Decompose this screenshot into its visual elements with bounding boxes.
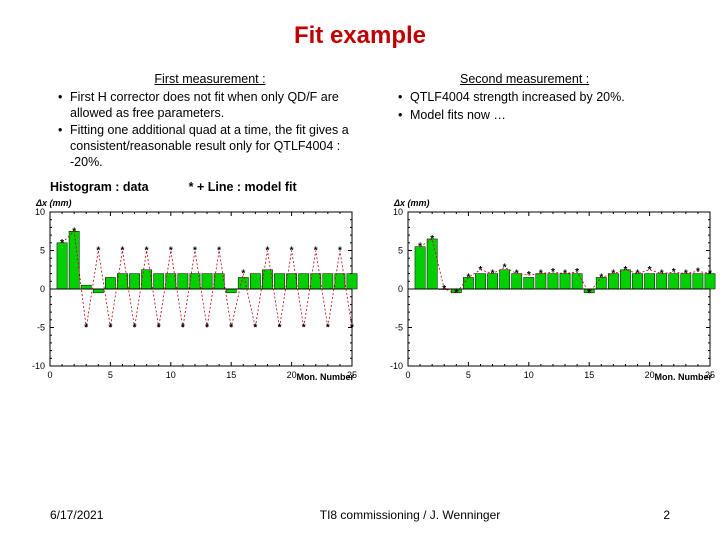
svg-text:*: * bbox=[338, 246, 342, 257]
svg-text:*: * bbox=[290, 246, 294, 257]
svg-text:*: * bbox=[314, 246, 318, 257]
svg-text:10: 10 bbox=[393, 207, 403, 217]
svg-text:*: * bbox=[672, 267, 676, 278]
left-column: First measurement : First H corrector do… bbox=[50, 72, 370, 172]
svg-text:*: * bbox=[133, 323, 137, 334]
right-bullet-1: Model fits now … bbox=[398, 108, 690, 124]
svg-text:0: 0 bbox=[398, 284, 403, 294]
svg-text:5: 5 bbox=[40, 246, 45, 256]
svg-text:*: * bbox=[60, 238, 64, 249]
svg-text:10: 10 bbox=[524, 370, 534, 380]
text-columns: First measurement : First H corrector do… bbox=[0, 72, 720, 172]
svg-text:*: * bbox=[479, 265, 483, 276]
svg-text:*: * bbox=[551, 267, 555, 278]
footer-middle: TI8 commissioning / J. Wenninger bbox=[210, 508, 610, 522]
svg-text:*: * bbox=[623, 265, 627, 276]
footer-date: 6/17/2021 bbox=[50, 508, 210, 522]
svg-text:5: 5 bbox=[108, 370, 113, 380]
svg-text:*: * bbox=[96, 246, 100, 257]
svg-text:15: 15 bbox=[584, 370, 594, 380]
ylabel-right: Δx (mm) bbox=[394, 198, 430, 208]
svg-text:*: * bbox=[660, 269, 664, 280]
svg-text:*: * bbox=[563, 269, 567, 280]
left-heading: First measurement : bbox=[50, 72, 370, 86]
svg-text:10: 10 bbox=[166, 370, 176, 380]
svg-text:*: * bbox=[169, 246, 173, 257]
svg-text:*: * bbox=[611, 269, 615, 280]
svg-text:*: * bbox=[442, 284, 446, 295]
right-bullets: QTLF4004 strength increased by 20%. Mode… bbox=[390, 90, 690, 123]
svg-text:20: 20 bbox=[287, 370, 297, 380]
svg-text:*: * bbox=[72, 226, 76, 237]
page-title: Fit example bbox=[0, 0, 720, 50]
svg-text:-10: -10 bbox=[390, 361, 403, 371]
chart-right: Δx (mm) -10-505100510152025*************… bbox=[370, 200, 718, 390]
svg-text:20: 20 bbox=[645, 370, 655, 380]
right-heading: Second measurement : bbox=[460, 72, 690, 86]
svg-text:*: * bbox=[587, 288, 591, 299]
svg-text:*: * bbox=[696, 266, 700, 277]
svg-text:*: * bbox=[684, 269, 688, 280]
svg-text:*: * bbox=[278, 323, 282, 334]
left-bullets: First H corrector does not fit when only… bbox=[50, 90, 370, 170]
svg-text:*: * bbox=[145, 246, 149, 257]
xlabel-left: Mon. Number bbox=[297, 372, 355, 382]
svg-text:*: * bbox=[193, 246, 197, 257]
svg-text:*: * bbox=[217, 246, 221, 257]
svg-text:*: * bbox=[454, 288, 458, 299]
legend-data: Histogram : data bbox=[50, 180, 149, 194]
left-bullet-0: First H corrector does not fit when only… bbox=[58, 90, 370, 121]
svg-text:*: * bbox=[229, 323, 233, 334]
svg-text:*: * bbox=[491, 269, 495, 280]
svg-text:*: * bbox=[466, 273, 470, 284]
svg-text:*: * bbox=[350, 323, 354, 334]
svg-text:*: * bbox=[418, 242, 422, 253]
chart-left: Δx (mm) -10-505100510152025*************… bbox=[12, 200, 360, 390]
svg-text:*: * bbox=[575, 267, 579, 278]
svg-text:5: 5 bbox=[398, 246, 403, 256]
svg-text:*: * bbox=[503, 263, 507, 274]
svg-text:*: * bbox=[708, 269, 712, 280]
chart-right-svg: -10-505100510152025*********************… bbox=[370, 200, 718, 390]
svg-text:*: * bbox=[515, 269, 519, 280]
svg-text:*: * bbox=[636, 269, 640, 280]
charts-row: Δx (mm) -10-505100510152025*************… bbox=[0, 200, 720, 390]
svg-text:-10: -10 bbox=[32, 361, 45, 371]
svg-text:*: * bbox=[648, 265, 652, 276]
svg-text:*: * bbox=[302, 323, 306, 334]
right-column: Second measurement : QTLF4004 strength i… bbox=[390, 72, 690, 172]
legend: Histogram : data * + Line : model fit bbox=[0, 180, 720, 194]
svg-text:0: 0 bbox=[40, 284, 45, 294]
legend-model: * + Line : model fit bbox=[189, 180, 297, 194]
svg-text:*: * bbox=[599, 273, 603, 284]
svg-text:*: * bbox=[108, 323, 112, 334]
svg-text:*: * bbox=[205, 323, 209, 334]
xlabel-right: Mon. Number bbox=[655, 372, 713, 382]
left-bullet-1: Fitting one additional quad at a time, t… bbox=[58, 123, 370, 170]
svg-text:*: * bbox=[121, 246, 125, 257]
svg-text:0: 0 bbox=[47, 370, 52, 380]
svg-text:15: 15 bbox=[226, 370, 236, 380]
svg-text:0: 0 bbox=[405, 370, 410, 380]
slide-footer: 6/17/2021 TI8 commissioning / J. Wenning… bbox=[0, 508, 720, 522]
ylabel-left: Δx (mm) bbox=[36, 198, 72, 208]
svg-text:-5: -5 bbox=[37, 323, 45, 333]
svg-text:*: * bbox=[84, 323, 88, 334]
right-bullet-0: QTLF4004 strength increased by 20%. bbox=[398, 90, 690, 106]
svg-text:*: * bbox=[265, 246, 269, 257]
svg-text:*: * bbox=[527, 270, 531, 281]
chart-left-svg: -10-505100510152025*********************… bbox=[12, 200, 360, 390]
footer-page: 2 bbox=[610, 508, 670, 522]
svg-text:-5: -5 bbox=[395, 323, 403, 333]
svg-text:10: 10 bbox=[35, 207, 45, 217]
svg-text:*: * bbox=[326, 323, 330, 334]
svg-text:*: * bbox=[181, 323, 185, 334]
svg-text:*: * bbox=[253, 323, 257, 334]
svg-text:*: * bbox=[430, 234, 434, 245]
svg-text:5: 5 bbox=[466, 370, 471, 380]
svg-text:*: * bbox=[539, 269, 543, 280]
svg-text:*: * bbox=[157, 323, 161, 334]
svg-text:*: * bbox=[241, 269, 245, 280]
